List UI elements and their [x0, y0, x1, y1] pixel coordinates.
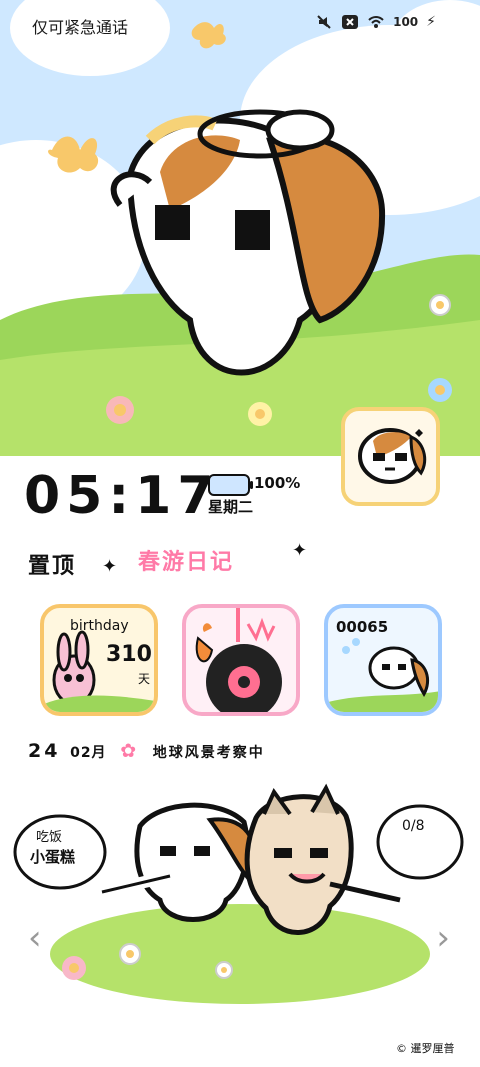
flower-icon: ✿ — [120, 740, 140, 762]
bubble-left-subtext: 小蛋糕 — [30, 848, 76, 866]
sparkle-icon — [415, 429, 423, 437]
wifi-icon — [367, 13, 385, 31]
hero-illustration — [0, 0, 480, 456]
weekday: 星期二 — [208, 498, 254, 516]
status-icons: 100 ⚡ — [315, 13, 436, 31]
speech-bubble-right — [376, 804, 464, 880]
date-month: 02月 — [70, 745, 107, 761]
birthday-card[interactable]: birthday 310 天 — [40, 604, 158, 716]
avatar-illustration — [358, 428, 427, 484]
battery-percent: 100% — [254, 474, 301, 492]
flower-icon — [119, 943, 141, 965]
x-icon — [341, 13, 359, 31]
friends-scene: 吃饭 小蛋糕 0/8 — [0, 772, 480, 1022]
date-line: 24 02月 ✿ 地球风景考察中 — [28, 740, 265, 762]
pinned-title: 置顶 — [28, 554, 77, 579]
birthday-days: 310 — [106, 642, 152, 667]
status-bar: 仅可紧急通话 100 ⚡ — [0, 0, 480, 48]
charging-icon: ⚡ — [426, 14, 436, 30]
flower-icon — [215, 961, 233, 979]
battery-widget-icon — [208, 474, 253, 496]
birthday-unit: 天 — [138, 672, 151, 686]
clock-time: 05:17 — [24, 466, 220, 526]
flower-icon — [62, 956, 86, 980]
flower-icon — [248, 402, 272, 426]
friends-scene-svg — [13, 783, 464, 1004]
music-card[interactable] — [182, 604, 300, 716]
bubble-left-text: 吃饭 — [36, 830, 63, 845]
music-illustration — [195, 608, 282, 712]
date-day: 24 — [28, 740, 61, 762]
date-mission: 地球风景考察中 — [152, 745, 265, 761]
flower-icon — [429, 294, 451, 316]
flower-icon — [106, 396, 134, 424]
carrier-text: 仅可紧急通话 — [32, 18, 129, 37]
birthday-label: birthday — [70, 618, 129, 634]
copyright-text: © 暹罗厘普 — [396, 1042, 455, 1055]
battery-text: 100 — [393, 15, 419, 29]
dog-character — [100, 802, 258, 922]
hero-illustration-svg — [0, 0, 480, 456]
cat-character — [244, 783, 401, 935]
next-arrow-icon[interactable]: › — [436, 918, 450, 958]
steps-card[interactable]: 00065 — [324, 604, 442, 716]
spring-diary-title: 春游日记 — [138, 550, 235, 575]
avatar-widget[interactable] — [341, 407, 440, 506]
flower-icon — [428, 378, 452, 402]
sparkle-icon: ✦ — [292, 540, 308, 561]
sparkle-icon: ✦ — [102, 556, 118, 577]
steps-count: 00065 — [336, 618, 389, 636]
previous-arrow-icon[interactable]: ‹ — [28, 918, 42, 958]
bubble-right-text: 0/8 — [402, 818, 425, 834]
mute-icon — [315, 13, 333, 31]
